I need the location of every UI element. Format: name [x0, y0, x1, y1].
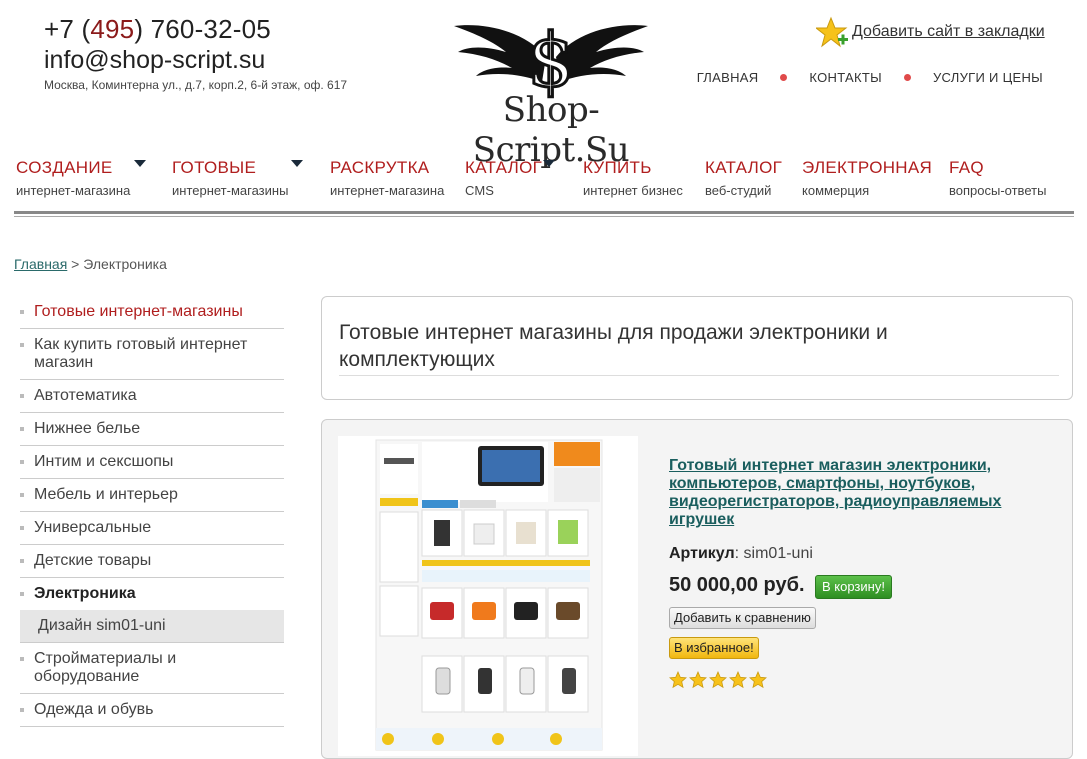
- rating-star-icon[interactable]: [709, 671, 727, 689]
- title-divider: [339, 375, 1059, 376]
- top-nav: ГЛАВНАЯ КОНТАКТЫ УСЛУГИ И ЦЕНЫ: [697, 70, 1043, 85]
- menu-item-promotion[interactable]: РАСКРУТКА интернет-магазина: [330, 158, 444, 198]
- sidebar-subitem-sim01-uni[interactable]: Дизайн sim01-uni: [20, 610, 284, 643]
- rating-star-icon[interactable]: [729, 671, 747, 689]
- add-to-favorites-button[interactable]: В избранное!: [669, 637, 759, 659]
- bullet-icon: [780, 74, 788, 81]
- sidebar-item-construction[interactable]: Стройматериалы и оборудование: [20, 643, 284, 694]
- sidebar: Готовые интернет-магазины Как купить гот…: [20, 296, 284, 727]
- breadcrumb-home[interactable]: Главная: [14, 256, 67, 272]
- star-plus-icon: [816, 16, 848, 48]
- menu-item-studios-catalog[interactable]: КАТАЛОГ веб-студий: [705, 158, 782, 198]
- breadcrumb: Главная > Электроника: [14, 256, 167, 272]
- add-to-compare-button[interactable]: Добавить к сравнению: [669, 607, 816, 629]
- sidebar-item-clothing[interactable]: Одежда и обувь: [20, 694, 284, 727]
- menu-divider: [14, 211, 1074, 214]
- sidebar-item-universal[interactable]: Универсальные: [20, 512, 284, 545]
- sidebar-item-kids[interactable]: Детские товары: [20, 545, 284, 578]
- menu-item-faq[interactable]: FAQ вопросы-ответы: [949, 158, 1046, 198]
- dropdown-arrow-icon[interactable]: [543, 160, 555, 167]
- phone-number: +7 (495) 760-32-05: [44, 14, 271, 44]
- product-card: Готовый интернет магазин электроники, ко…: [321, 419, 1073, 759]
- sidebar-item-how-to-buy[interactable]: Как купить готовый интернет магазин: [20, 329, 284, 380]
- topnav-home[interactable]: ГЛАВНАЯ: [697, 70, 759, 85]
- add-to-cart-button[interactable]: В корзину!: [815, 575, 892, 599]
- menu-item-creation[interactable]: СОЗДАНИЕ интернет-магазина: [16, 158, 146, 198]
- page-title: Готовые интернет магазины для продажи эл…: [339, 321, 888, 371]
- rating-star-icon[interactable]: [749, 671, 767, 689]
- menu-divider: [14, 216, 1074, 217]
- bullet-icon: [903, 74, 911, 81]
- bookmark-link[interactable]: Добавить сайт в закладки: [816, 16, 1045, 50]
- dropdown-arrow-icon[interactable]: [291, 160, 303, 167]
- sidebar-item-lingerie[interactable]: Нижнее белье: [20, 413, 284, 446]
- menu-item-cms-catalog[interactable]: КАТАЛОГ CMS: [465, 158, 555, 198]
- product-thumbnail[interactable]: [338, 436, 638, 756]
- rating-stars: [669, 671, 767, 689]
- sidebar-item-electronics[interactable]: Электроника: [20, 578, 284, 610]
- menu-item-buy[interactable]: КУПИТЬ интернет бизнес: [583, 158, 683, 198]
- rating-star-icon[interactable]: [689, 671, 707, 689]
- breadcrumb-current: Электроника: [83, 256, 167, 272]
- menu-item-ecommerce[interactable]: ЭЛЕКТРОННАЯ коммерция: [802, 158, 932, 198]
- topnav-contacts[interactable]: КОНТАКТЫ: [809, 70, 882, 85]
- main-menu: СОЗДАНИЕ интернет-магазина ГОТОВЫЕ интер…: [14, 158, 1074, 218]
- email-address: info@shop-script.su: [44, 46, 266, 74]
- product-price: 50 000,00 руб.: [669, 574, 805, 596]
- sidebar-item-adult[interactable]: Интим и сексшопы: [20, 446, 284, 479]
- office-address: Москва, Коминтерна ул., д.7, корп.2, 6-й…: [44, 78, 348, 92]
- rating-star-icon[interactable]: [669, 671, 687, 689]
- sidebar-item-ready-shops[interactable]: Готовые интернет-магазины: [20, 296, 284, 329]
- topnav-services[interactable]: УСЛУГИ И ЦЕНЫ: [933, 70, 1043, 85]
- product-title-link[interactable]: Готовый интернет магазин электроники, ко…: [669, 457, 1029, 529]
- menu-item-ready-shops[interactable]: ГОТОВЫЕ интернет-магазины: [172, 158, 303, 198]
- sidebar-item-auto[interactable]: Автотематика: [20, 380, 284, 413]
- category-header: Готовые интернет магазины для продажи эл…: [321, 296, 1073, 400]
- product-sku: Артикул: sim01-uni: [669, 545, 813, 562]
- bookmark-label: Добавить сайт в закладки: [852, 23, 1045, 40]
- dropdown-arrow-icon[interactable]: [134, 160, 146, 167]
- sidebar-item-furniture[interactable]: Мебель и интерьер: [20, 479, 284, 512]
